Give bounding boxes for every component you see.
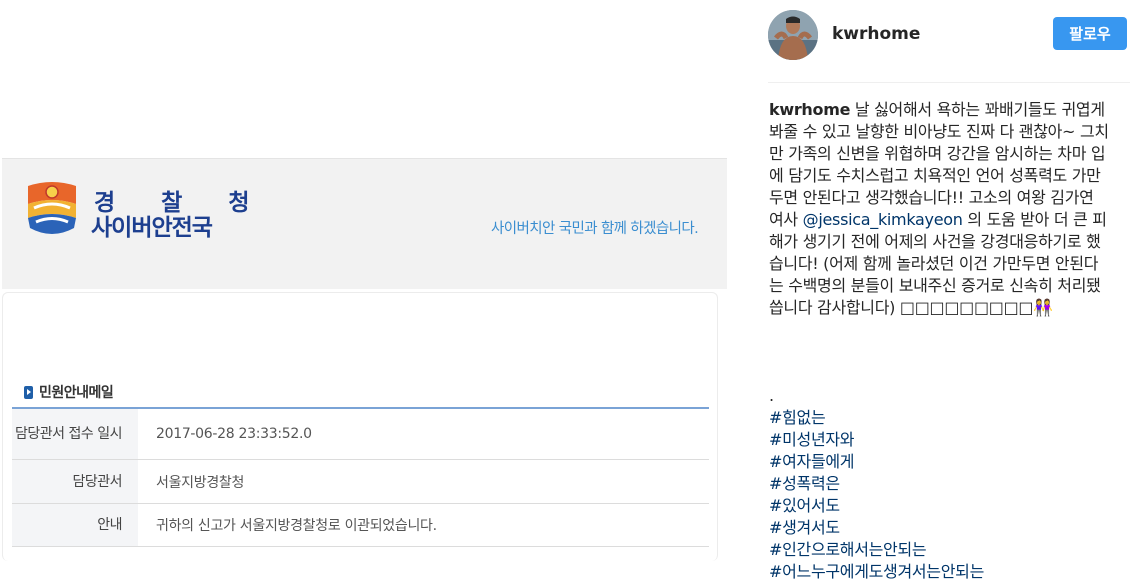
police-emblem-icon <box>28 182 76 234</box>
hashtag-link[interactable]: #어느누구에게도생겨서는안되는 <box>769 561 1111 583</box>
post-caption: kwrhome 날 싫어해서 욕하는 꽈배기들도 귀엽게 봐줄 수 있고 날향한… <box>769 99 1111 319</box>
username-link[interactable]: kwrhome <box>832 24 920 44</box>
section-title: 민원안내메일 <box>24 382 114 402</box>
table-row: 담당관서 접수 일시 2017-06-28 23:33:52.0 <box>12 408 709 460</box>
logo-subtitle: 사이버안전국 <box>91 215 213 241</box>
profile-photo-icon <box>768 10 818 60</box>
hashtag-list: . #힘없는 #미성년자와 #여자들에게 #성폭력은 #있어서도 #생겨서도 #… <box>769 385 1111 583</box>
row-label: 담당관서 <box>12 459 138 504</box>
slogan: 사이버치안 국민과 함께 하겠습니다. <box>491 221 699 237</box>
hashtag-link[interactable]: #생겨서도 <box>769 517 1111 539</box>
row-value: 2017-06-28 23:33:52.0 <box>138 408 709 460</box>
info-table: 담당관서 접수 일시 2017-06-28 23:33:52.0 담당관서 서울… <box>12 407 709 547</box>
hashtag-link[interactable]: #인간으로해서는안되는 <box>769 539 1111 561</box>
hashtag-link[interactable]: #있어서도 <box>769 495 1111 517</box>
table-row: 담당관서 서울지방경찰청 <box>12 459 709 504</box>
hashtag-link[interactable]: #성폭력은 <box>769 473 1111 495</box>
caption-author-link[interactable]: kwrhome <box>769 100 850 119</box>
post-header: kwrhome 팔로우 <box>768 10 1128 60</box>
follow-button[interactable]: 팔로우 <box>1053 17 1127 50</box>
cyber-bureau-banner: 경 찰 청 사이버안전국 사이버치안 국민과 함께 하겠습니다. <box>2 158 727 289</box>
avatar[interactable] <box>768 10 818 60</box>
caption-dot: . <box>769 386 775 405</box>
hashtag-link[interactable]: #힘없는 <box>769 407 1111 429</box>
header-divider <box>768 82 1130 83</box>
row-value: 서울지방경찰청 <box>138 459 709 504</box>
row-label: 담당관서 접수 일시 <box>12 408 138 460</box>
table-row: 안내 귀하의 신고가 서울지방경찰청로 이관되었습니다. <box>12 503 709 547</box>
arrow-bullet-icon <box>24 385 33 399</box>
mention-link[interactable]: @jessica_kimkayeon <box>803 210 963 229</box>
hashtag-link[interactable]: #미성년자와 <box>769 429 1111 451</box>
hashtag-link[interactable]: #여자들에게 <box>769 451 1111 473</box>
row-value: 귀하의 신고가 서울지방경찰청로 이관되었습니다. <box>138 503 709 547</box>
post-panel: kwrhome 팔로우 kwrhome 날 싫어해서 욕하는 꽈배기들도 귀엽게… <box>750 0 1138 581</box>
embedded-screenshot: 경 찰 청 사이버안전국 사이버치안 국민과 함께 하겠습니다. 민원안내메일 … <box>0 0 750 561</box>
section-title-text: 민원안내메일 <box>39 385 114 401</box>
row-label: 안내 <box>12 503 138 547</box>
